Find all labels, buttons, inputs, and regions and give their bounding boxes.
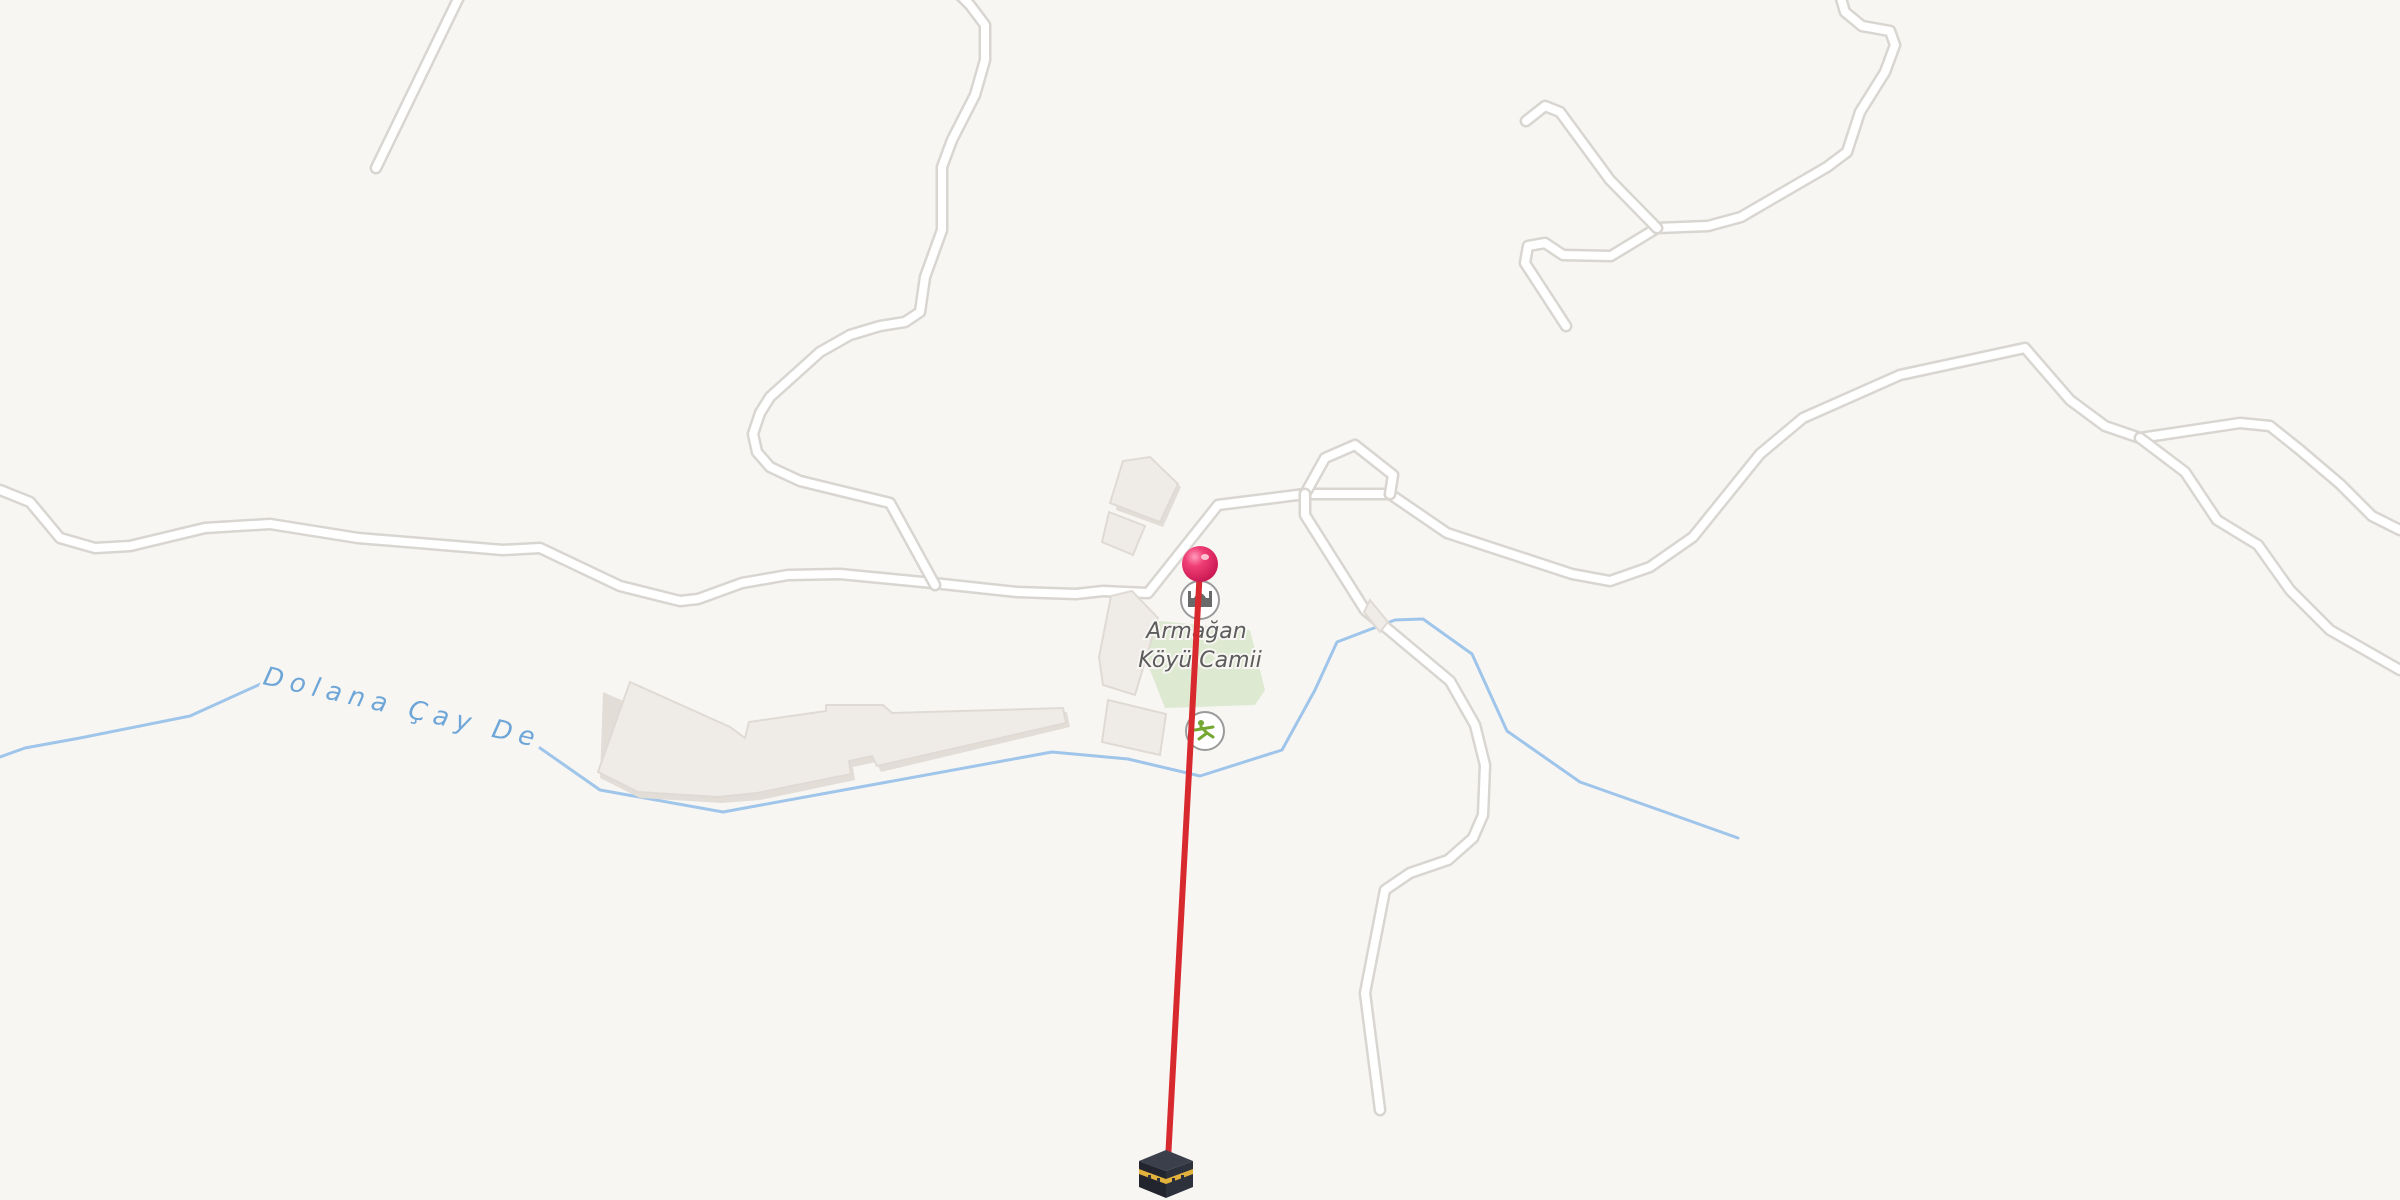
mosque-label-line2: Köyü Camii	[1138, 648, 1262, 673]
map-canvas[interactable]: Dolana Çay Deresi Armağan Köyü Camii	[0, 0, 2400, 1200]
location-pin-icon[interactable]	[1182, 546, 1218, 582]
